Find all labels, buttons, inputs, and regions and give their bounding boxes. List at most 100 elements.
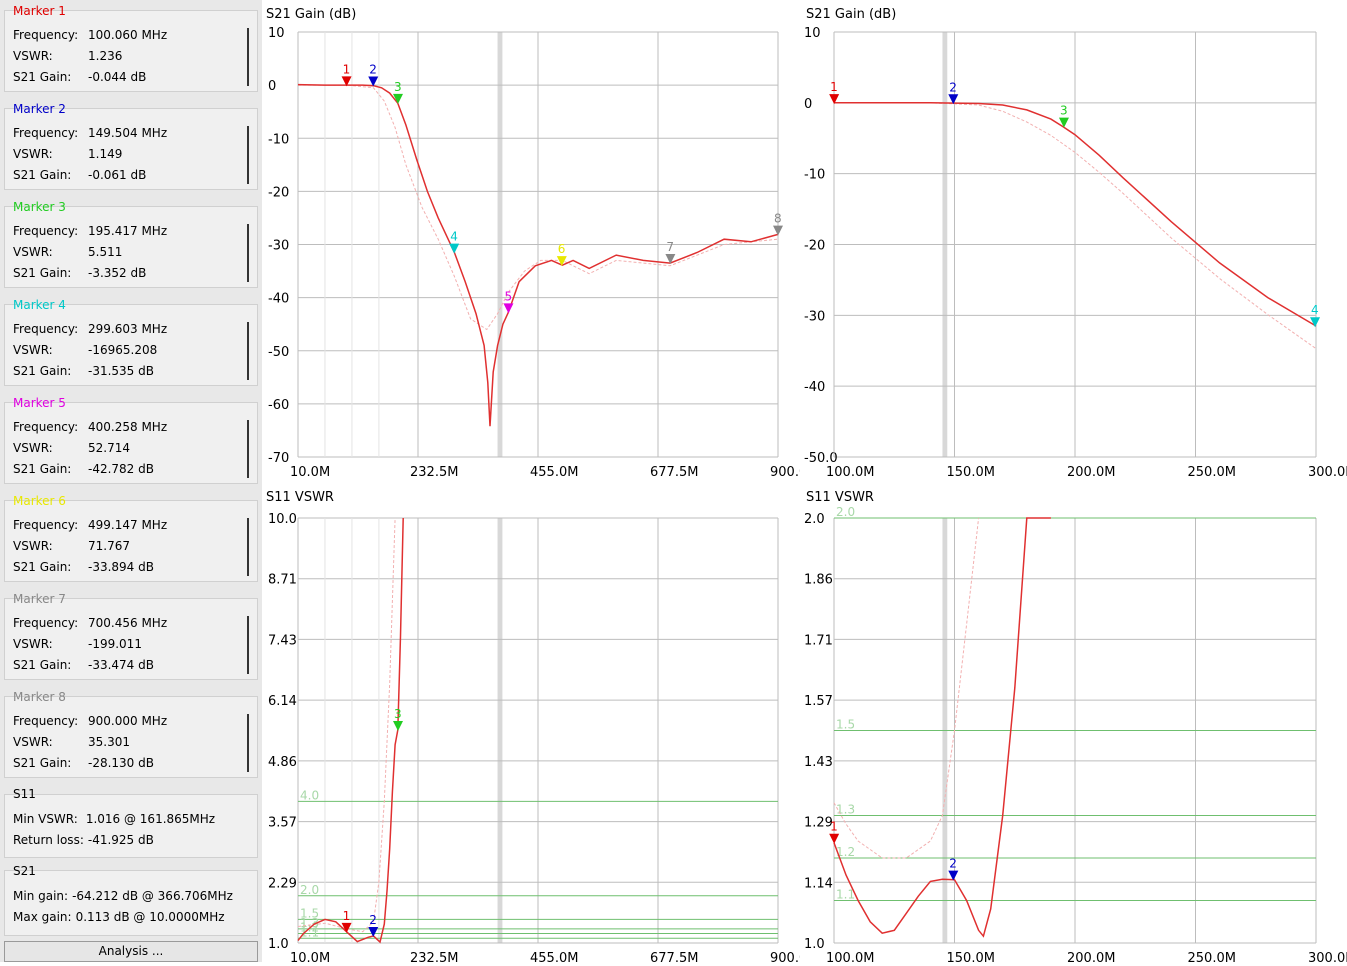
marker-1-label: 1 [830,80,838,94]
marker-vswr-label: VSWR: [13,245,53,259]
x-tick-label: 300.0M [1308,951,1347,962]
y-tick-label: 1.57 [804,694,833,709]
marker-gain-row: S21 Gain: -0.061 dB [13,168,146,182]
x-tick-label: 150.0M [947,951,995,962]
y-tick-label: 1.29 [804,816,833,831]
s21-max-gain-label: Max gain: [13,910,72,924]
marker-frequency-row: Frequency: 400.258 MHz [13,420,167,434]
marker-gain-label: S21 Gain: [13,70,72,84]
marker-vswr-label: VSWR: [13,637,53,651]
marker-2-label: 2 [949,857,957,871]
marker-vswr-value: 5.511 [88,245,123,259]
marker-vswr-row: VSWR: 1.149 [13,147,122,161]
chart-title: S11 VSWR [266,490,334,505]
marker-title: Marker 1 [13,4,66,18]
s11-return-loss-row: Return loss: -41.925 dB [13,833,154,847]
marker-gain-row: S21 Gain: -33.474 dB [13,658,154,672]
marker-sidebar: Marker 1 Frequency: 100.060 MHz VSWR: 1.236 S… [0,0,262,962]
y-tick-label: 7.43 [268,633,297,648]
marker-3-triangle [1058,117,1069,128]
y-tick-label: 1.43 [804,755,833,770]
s21-gain-zoom-chart[interactable]: S21 Gain (dB) 10 0 -10 -20 -30 -40 -50.0100.0M 1… [802,0,1347,481]
marker-frequency-value: 900.000 MHz [88,714,168,728]
marker-gain-label: S21 Gain: [13,266,72,280]
analysis-button[interactable]: Analysis ... [4,941,258,962]
vswr-reference-label: 4.0 [300,788,319,802]
marker-vswr-value: 1.149 [88,147,123,161]
y-tick-label: 10.0 [268,512,297,527]
s11-vswr-zoom-chart[interactable]: S11 VSWR2.01.861.711.571.431.291.141.010… [802,483,1347,966]
s21-min-gain-value: -64.212 dB @ 366.706MHz [72,889,233,903]
chart-title: S11 VSWR [806,490,874,505]
marker-frequency-label: Frequency: [13,616,79,630]
s11-min-vswr-row: Min VSWR: 1.016 @ 161.865MHz [13,812,215,826]
y-tick-label: -30 [804,309,825,324]
y-tick-label: 1.0 [804,937,825,952]
marker-vswr-value: 35.301 [88,735,130,749]
marker-vswr-label: VSWR: [13,147,53,161]
marker-gain-label: S21 Gain: [13,462,72,476]
s21-gain-zoom-panel: S21 Gain (dB) 10 0 -10 -20 -30 -40 -50.0 100.0M 1… [802,0,1347,481]
marker-gain-row: S21 Gain: -0.044 dB [13,70,146,84]
y-tick-label: 1.71 [804,633,833,648]
marker-frequency-value: 299.603 MHz [88,322,168,336]
vswr-reference-label: 1.5 [836,718,855,732]
x-tick-label: 150.0M [947,465,995,480]
marker-gain-value: -42.782 dB [88,462,154,476]
marker-frequency-label: Frequency: [13,518,79,532]
marker-3-label: 3 [1060,104,1068,118]
x-tick-label: 200.0M [1067,951,1115,962]
marker-title: Marker 5 [13,396,66,410]
marker-5-triangle [503,303,514,314]
marker-frequency-label: Frequency: [13,224,79,238]
highlight-band [497,518,503,943]
marker-frequency-label: Frequency: [13,322,79,336]
y-tick-label: -10 [268,132,289,147]
marker-3-label: 3 [394,707,402,721]
marker-2-triangle [368,926,379,937]
marker-7-label: 7 [666,240,674,254]
x-tick-label: 455.0M [530,465,578,480]
vswr-reference-label: 1.3 [836,803,855,817]
marker-gain-label: S21 Gain: [13,364,72,378]
marker-gain-row: S21 Gain: -33.894 dB [13,560,154,574]
marker-1-label: 1 [343,909,351,923]
chart-title: S21 Gain (dB) [266,7,356,22]
s21-title: S21 [13,864,36,878]
s21-max-gain-row: Max gain: 0.113 dB @ 10.0000MHz [13,910,225,924]
marker-4-label: 4 [450,230,458,244]
marker-divider [247,518,249,576]
marker-3-triangle [393,720,404,731]
marker-divider [247,616,249,674]
marker-gain-row: S21 Gain: -31.535 dB [13,364,154,378]
x-tick-label: 300.0M [1308,465,1347,480]
trace-reference [833,517,980,859]
y-tick-label: -50.0 [804,451,838,466]
marker-gain-value: -3.352 dB [88,266,147,280]
x-tick-label: 900.0M [770,951,800,962]
s11-vswr-full-chart[interactable]: S11 VSWR10.08.717.436.144.863.572.291.01… [262,483,818,966]
marker-frequency-row: Frequency: 499.147 MHz [13,518,167,532]
marker-vswr-label: VSWR: [13,735,53,749]
marker-divider [247,322,249,380]
s21-gain-full-chart[interactable]: S21 Gain (dB)100-10-20-30-40-50-60-7010.… [262,0,818,481]
y-tick-label: 3.57 [268,816,297,831]
s11-return-loss-label: Return loss: [13,833,84,847]
x-tick-label: 900.0M [770,465,800,480]
y-tick-label: 1.14 [804,876,833,891]
y-tick-label: 4.86 [268,755,297,770]
marker-gain-value: -31.535 dB [88,364,154,378]
s11-min-vswr-value: 1.016 @ 161.865MHz [85,812,216,826]
marker-divider [247,224,249,282]
marker-frequency-row: Frequency: 700.456 MHz [13,616,167,630]
marker-6-triangle [556,256,567,267]
s11-vswr-zoom-panel: S11 VSWR 2.0 1.86 1.71 1.57 1.43 1.29 1.14 1.0 10… [802,483,1347,966]
trace-reference [297,517,396,933]
s21-summary-panel [4,870,258,936]
x-tick-label: 232.5M [410,951,458,962]
marker-1-label: 1 [343,62,351,76]
x-tick-label: 677.5M [650,465,698,480]
y-tick-label: 10 [268,26,285,41]
marker-vswr-row: VSWR: 1.236 [13,49,122,63]
marker-vswr-value: -16965.208 [88,343,158,357]
